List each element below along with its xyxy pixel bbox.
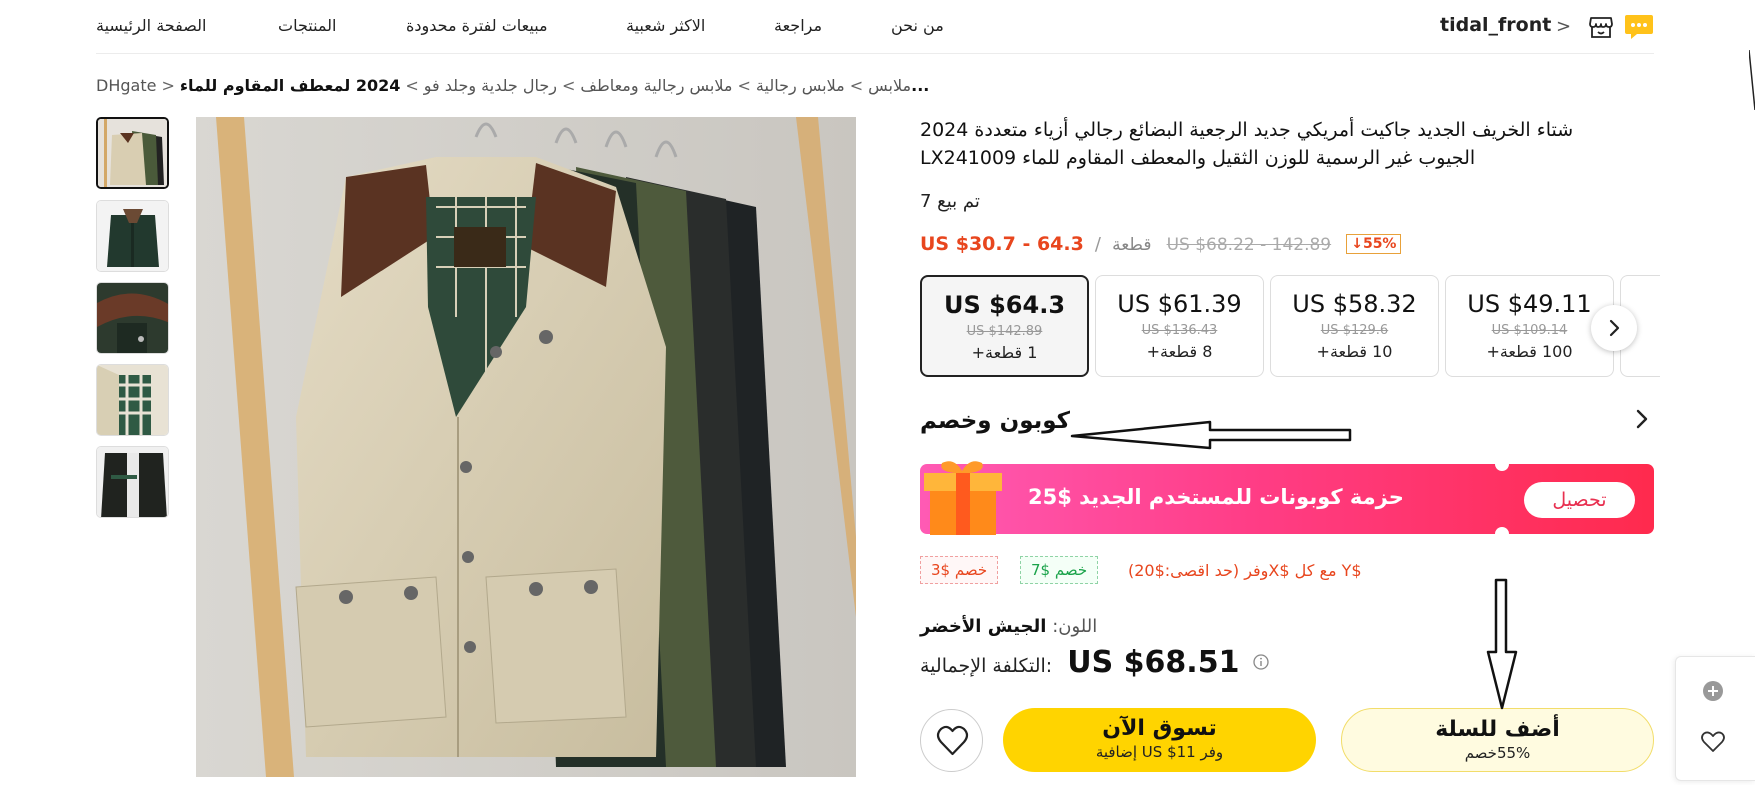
annotation-arrow-down [1486, 578, 1518, 710]
color-label: اللون: [1052, 616, 1098, 637]
thumbnail-4[interactable] [96, 364, 169, 436]
tier-price: US $64.3 [943, 291, 1066, 319]
main-product-image[interactable] [196, 117, 856, 777]
coupon-chip-7[interactable]: خصم $7 [1020, 556, 1099, 584]
nav-home[interactable]: الصفحة الرئيسية [96, 16, 206, 35]
breadcrumb-dhgate[interactable]: DHgate [96, 76, 156, 95]
nav-products[interactable]: المنتجات [278, 16, 337, 35]
tier-original-price: US $109.14 [1491, 323, 1568, 338]
info-icon[interactable] [1252, 654, 1269, 670]
tier-original-price: US $142.89 [966, 324, 1043, 339]
top-navigation: الصفحة الرئيسية المنتجات مبيعات لفترة مح… [96, 0, 1654, 54]
coupon-banner-text: حزمة كوبونات للمستخدم الجديد $25 [1028, 485, 1404, 509]
chevron-right-icon [1609, 319, 1620, 337]
tier-original-price: US $129.6 [1320, 323, 1389, 338]
tier-next-button[interactable] [1591, 305, 1637, 351]
nav-about[interactable]: من نحن [891, 16, 944, 35]
tier-price: US $61.39 [1117, 290, 1242, 318]
product-title: شتاء الخريف الجديد جاكيت أمريكي جديد الر… [920, 119, 1574, 169]
store-name-link[interactable]: tidal_front [1440, 14, 1551, 36]
tier-quantity: 10 قطعة+ [1316, 342, 1393, 361]
nav-flash-sales[interactable]: مبيعات لفترة محدودة [406, 16, 548, 35]
breadcrumb: DHgate > ملابس>ملابس رجالية>ملابس رجالية و… [96, 76, 930, 95]
price-unit: قطعة [1112, 235, 1152, 255]
add-to-cart-button[interactable]: أضف للسلة 55%خصم [1341, 708, 1654, 772]
store-icon[interactable] [1588, 14, 1614, 40]
breadcrumb-mens-coats[interactable]: ملابس رجالية ومعاطف [580, 76, 732, 95]
wishlist-button[interactable] [920, 709, 983, 772]
price-range: US $30.7 - 64.3 [920, 233, 1084, 255]
tier-original-price: US $136.43 [1141, 323, 1218, 338]
tier-quantity: 1 قطعة+ [971, 343, 1038, 362]
nav-popular[interactable]: الاكثر شعبية [626, 16, 705, 35]
promo-text: $Y مع كل $Xوفر (حد اقصى:$20) [1128, 561, 1362, 580]
total-cost-line: التكلفة الإجمالية: US $68.51 [920, 645, 1269, 685]
banner-notch-top [1495, 457, 1509, 471]
price-range-line: US $30.7 - 64.3 / قطعة US $68.22 - 142.8… [920, 233, 1402, 261]
color-value: الجيش الأخضر [920, 616, 1047, 637]
price-tier-2[interactable]: US $61.39 US $136.43 8 قطعة+ [1095, 275, 1264, 377]
buy-now-sublabel: وفر US $11 إضافية [1095, 743, 1224, 761]
price-tier-4[interactable]: US $49.11 US $109.14 100 قطعة+ [1445, 275, 1614, 377]
tier-quantity: 8 قطعة+ [1146, 342, 1213, 361]
color-selection: اللون: الجيش الأخضر [920, 616, 1097, 637]
heart-icon [936, 725, 969, 756]
page-edge-arrow [1749, 50, 1755, 110]
total-label: التكلفة الإجمالية: [920, 655, 1053, 677]
annotation-arrow-left [1070, 420, 1352, 450]
price-tier-1[interactable]: US $64.3 US $142.89 1 قطعة+ [920, 275, 1089, 377]
total-value: US $68.51 [1067, 645, 1240, 680]
message-icon[interactable] [1624, 13, 1654, 41]
thumbnail-1[interactable] [96, 117, 169, 189]
thumbnail-3[interactable] [96, 282, 169, 354]
price-slash: / [1094, 234, 1101, 255]
coupon-section-title: كوبون وخصم [920, 408, 1071, 434]
store-chevron: > [1556, 16, 1572, 37]
discount-badge: ↓55% [1346, 234, 1402, 254]
buy-now-label: تسوق الآن [1102, 716, 1217, 741]
sold-count: تم بيع 7 [920, 191, 980, 212]
heart-icon[interactable] [1700, 730, 1726, 754]
tier-price: US $58.32 [1292, 290, 1417, 318]
thumbnail-2[interactable] [96, 200, 169, 272]
buy-now-button[interactable]: تسوق الآن وفر US $11 إضافية [1003, 708, 1316, 772]
breadcrumb-clothing[interactable]: ملابس [868, 76, 911, 95]
plus-icon[interactable] [1702, 680, 1724, 702]
add-to-cart-label: أضف للسلة [1435, 717, 1560, 742]
price-tier-3[interactable]: US $58.32 US $129.6 10 قطعة+ [1270, 275, 1439, 377]
coupon-chip-3[interactable]: خصم $3 [920, 556, 999, 584]
floating-side-panel [1675, 656, 1755, 781]
banner-notch-bottom [1495, 527, 1509, 541]
claim-coupon-button[interactable]: تحصيل [1524, 482, 1635, 518]
nav-reviews[interactable]: مراجعة [774, 16, 822, 35]
chevron-right-icon[interactable] [1630, 406, 1654, 432]
tier-quantity: 100 قطعة+ [1486, 342, 1573, 361]
gift-icon [924, 461, 1002, 535]
tier-price: US $49.11 [1467, 290, 1592, 318]
add-to-cart-sublabel: 55%خصم [1464, 744, 1531, 762]
breadcrumb-mens-clothing[interactable]: ملابس رجالية [756, 76, 845, 95]
breadcrumb-leather[interactable]: رجال جلدية وجلد فو [424, 76, 557, 95]
original-price-range: US $68.22 - 142.89 [1166, 235, 1332, 255]
thumbnail-5[interactable] [96, 446, 169, 518]
